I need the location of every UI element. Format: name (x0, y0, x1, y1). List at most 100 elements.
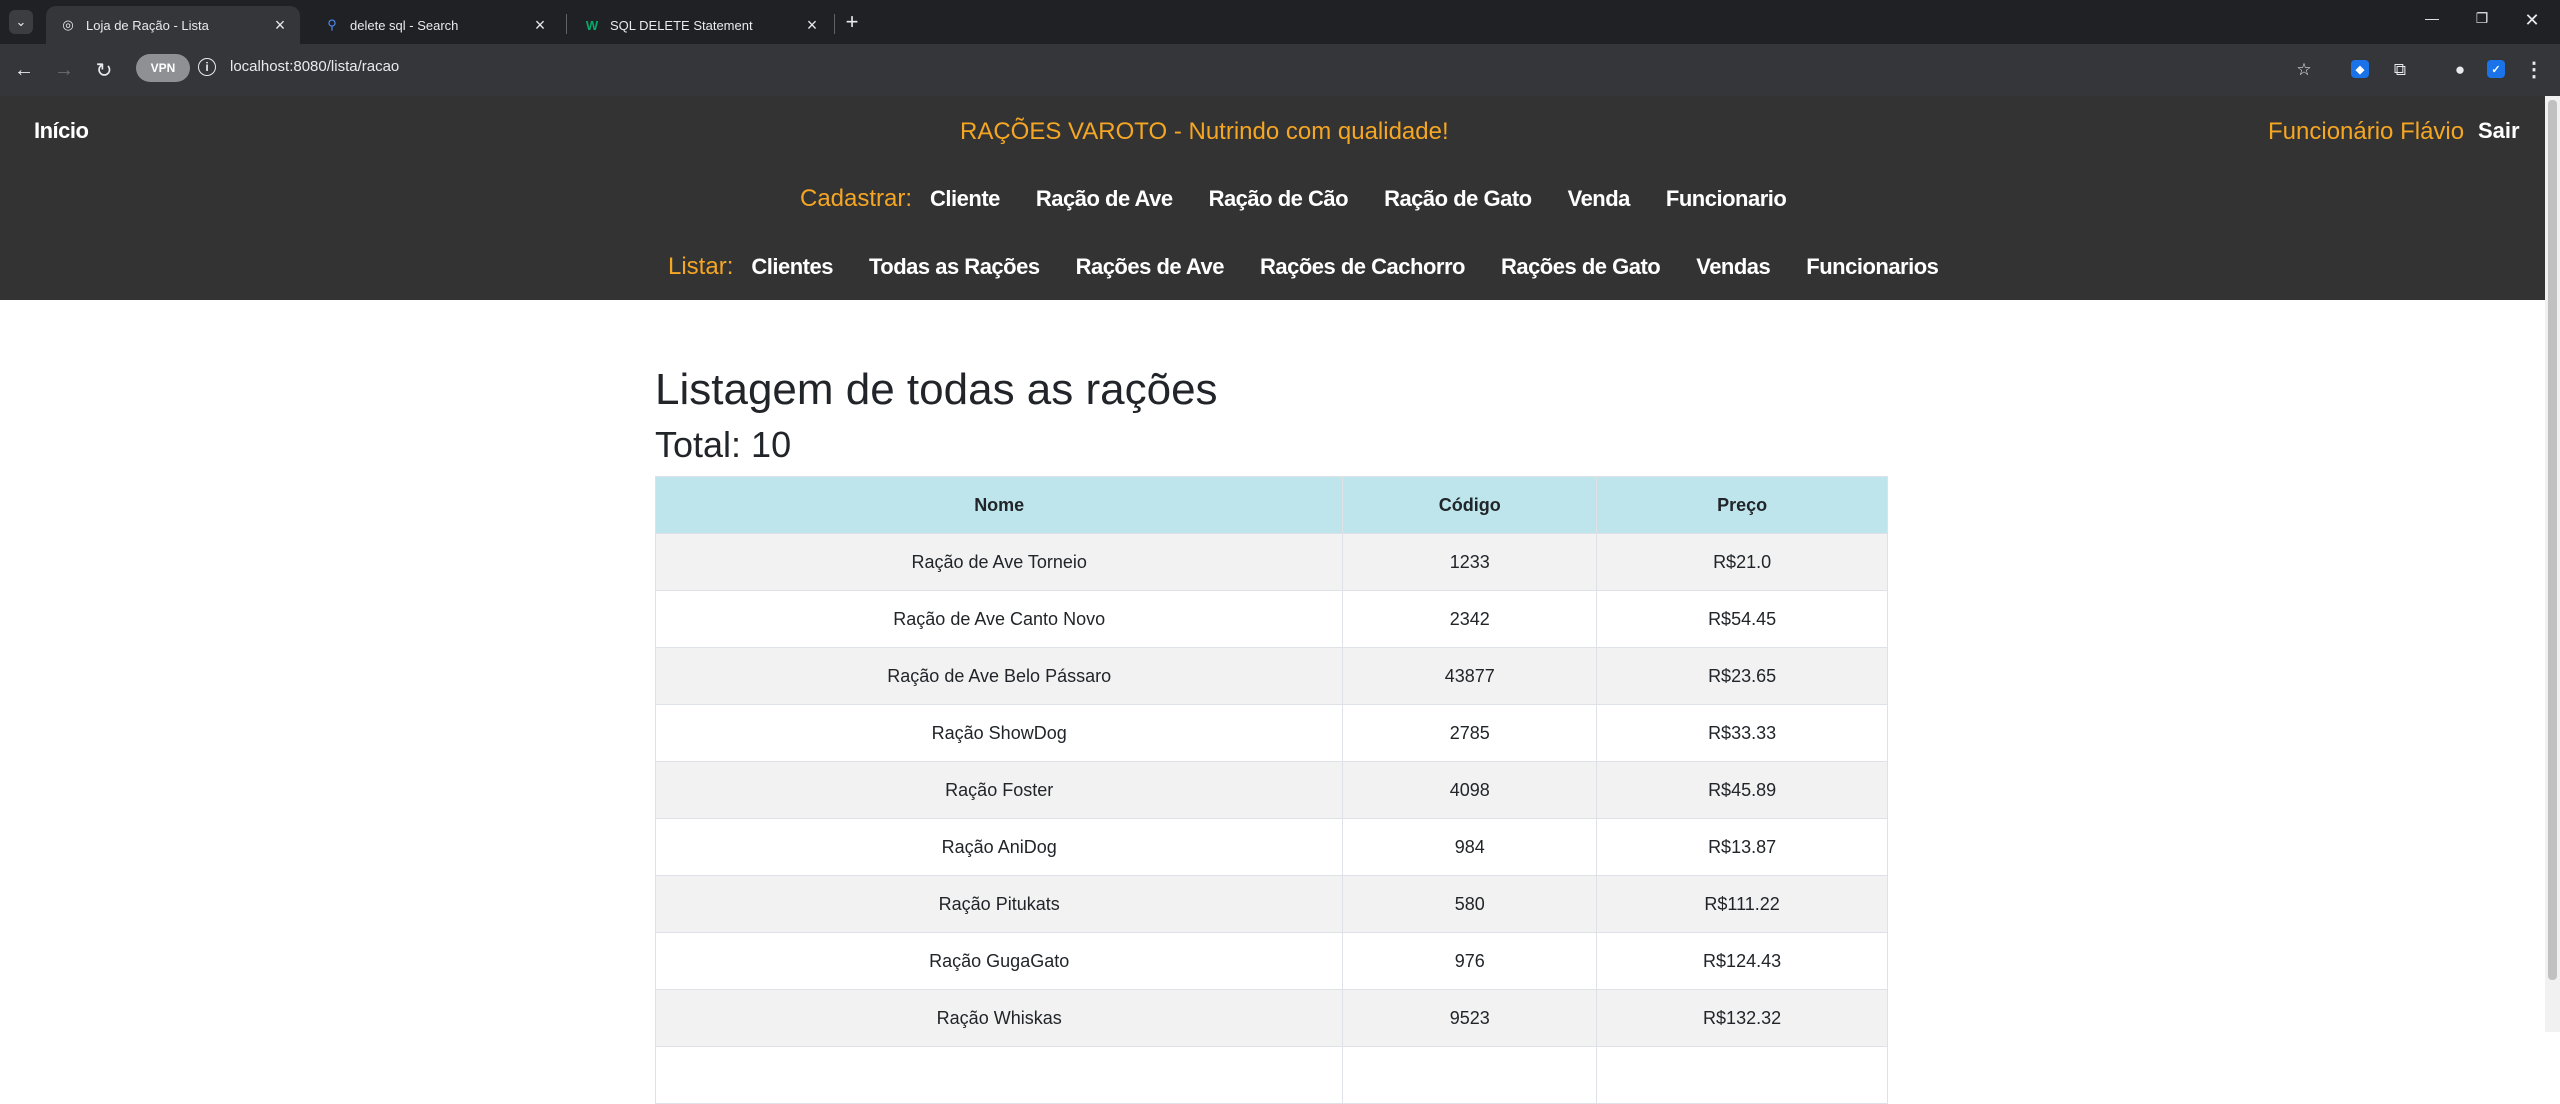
column-header-nome: Nome (654, 476, 1344, 534)
total-label: Total: (655, 424, 742, 465)
list-vendas-link[interactable]: Vendas (1696, 254, 1771, 280)
column-header-codigo: Código (1342, 476, 1598, 534)
globe-icon: ◎ (62, 17, 74, 32)
table-row: Ração AniDog 984 R$13.87 (654, 818, 1888, 876)
cell-codigo: 984 (1342, 818, 1598, 876)
table-header-row: Nome Código Preço (654, 476, 1888, 534)
register-racao-cao-link[interactable]: Ração de Cão (1209, 186, 1349, 212)
new-tab-icon[interactable]: + (840, 9, 864, 34)
register-racao-gato-link[interactable]: Ração de Gato (1384, 186, 1532, 212)
tab-title: Loja de Ração - Lista (86, 17, 209, 33)
cell-codigo: 2785 (1342, 704, 1598, 762)
close-window-icon[interactable]: ✕ (2512, 10, 2552, 34)
cell-preco: R$54.45 (1596, 590, 1888, 648)
cell-preco: R$33.33 (1596, 704, 1888, 762)
total-count: Total: 10 (655, 424, 791, 466)
cell-nome (654, 1046, 1344, 1104)
browser-tab[interactable]: W SQL DELETE Statement × (570, 6, 832, 44)
back-icon[interactable]: ← (10, 56, 38, 84)
cell-nome: Ração GugaGato (654, 932, 1344, 990)
forward-icon[interactable]: → (50, 56, 78, 84)
table-row: Ração Whiskas 9523 R$132.32 (654, 989, 1888, 1047)
logout-link[interactable]: Sair (2478, 118, 2520, 144)
table-row: Ração de Ave Belo Pássaro 43877 R$23.65 (654, 647, 1888, 705)
site-info-icon[interactable]: i (198, 58, 216, 76)
browser-tab-active[interactable]: ◎ Loja de Ração - Lista × (46, 6, 300, 44)
puzzle-icon[interactable]: ⧉ (2388, 58, 2412, 82)
vpn-badge[interactable]: VPN (136, 54, 190, 82)
table-row: Ração de Ave Canto Novo 2342 R$54.45 (654, 590, 1888, 648)
cell-codigo: 976 (1342, 932, 1598, 990)
close-tab-icon[interactable]: × (530, 15, 550, 36)
reload-icon[interactable]: ↻ (90, 56, 118, 84)
cell-nome: Ração AniDog (654, 818, 1344, 876)
list-todas-racoes-link[interactable]: Todas as Rações (869, 254, 1040, 280)
table-row: Ração GugaGato 976 R$124.43 (654, 932, 1888, 990)
security-extension-icon[interactable]: ✓ (2487, 60, 2505, 78)
table-row: Ração ShowDog 2785 R$33.33 (654, 704, 1888, 762)
column-header-preco: Preço (1596, 476, 1888, 534)
w3schools-icon: W (585, 17, 599, 33)
cell-nome: Ração ShowDog (654, 704, 1344, 762)
cell-preco: R$132.32 (1596, 989, 1888, 1047)
close-tab-icon[interactable]: × (270, 15, 290, 36)
table-row: Ração Pitukats 580 R$111.22 (654, 875, 1888, 933)
cell-codigo: 4098 (1342, 761, 1598, 819)
table-row: Ração de Ave Torneio 1233 R$21.0 (654, 533, 1888, 591)
profile-icon[interactable]: ● (2448, 58, 2472, 82)
cell-preco: R$111.22 (1596, 875, 1888, 933)
browser-toolbar: ← → ↻ VPN i localhost:8080/lista/racao ☆… (0, 44, 2560, 96)
app-header: Início RAÇÕES VAROTO - Nutrindo com qual… (0, 96, 2545, 300)
cell-codigo: 9523 (1342, 989, 1598, 1047)
register-label: Cadastrar: (800, 185, 913, 212)
browser-tab[interactable]: ⚲ delete sql - Search × (310, 6, 560, 44)
register-funcionario-link[interactable]: Funcionario (1666, 186, 1787, 212)
cell-preco: R$21.0 (1596, 533, 1888, 591)
list-racoes-cachorro-link[interactable]: Rações de Cachorro (1260, 254, 1465, 280)
cell-codigo (1342, 1046, 1598, 1104)
cell-preco: R$124.43 (1596, 932, 1888, 990)
cell-preco: R$23.65 (1596, 647, 1888, 705)
cell-codigo: 1233 (1342, 533, 1598, 591)
tab-search-button[interactable]: ⌄ (9, 10, 33, 34)
list-menu: Listar: Clientes Todas as Rações Rações … (668, 252, 1974, 282)
register-venda-link[interactable]: Venda (1568, 186, 1631, 212)
search-icon: ⚲ (327, 17, 337, 32)
cell-codigo: 43877 (1342, 647, 1598, 705)
cell-codigo: 580 (1342, 875, 1598, 933)
close-tab-icon[interactable]: × (802, 15, 822, 36)
home-link[interactable]: Início (34, 118, 89, 144)
cell-preco (1596, 1046, 1888, 1104)
table-row: Ração Foster 4098 R$45.89 (654, 761, 1888, 819)
bookmark-star-icon[interactable]: ☆ (2292, 58, 2316, 82)
cell-preco: R$45.89 (1596, 761, 1888, 819)
tab-divider (566, 14, 567, 34)
page-title: Listagem de todas as rações (655, 365, 1218, 414)
table-row (654, 1046, 1888, 1104)
list-racoes-ave-link[interactable]: Rações de Ave (1076, 254, 1225, 280)
tab-title: SQL DELETE Statement (610, 17, 753, 33)
list-label: Listar: (668, 253, 734, 280)
brand-title: RAÇÕES VAROTO - Nutrindo com qualidade! (960, 118, 1449, 145)
cell-nome: Ração de Ave Belo Pássaro (654, 647, 1344, 705)
extension-icon[interactable]: ◆ (2351, 60, 2369, 78)
address-bar[interactable]: localhost:8080/lista/racao (230, 58, 399, 75)
cell-nome: Ração Whiskas (654, 989, 1344, 1047)
scrollbar-thumb[interactable] (2548, 100, 2557, 980)
browser-tab-strip: ⌄ ◎ Loja de Ração - Lista × ⚲ delete sql… (0, 0, 2560, 44)
cell-codigo: 2342 (1342, 590, 1598, 648)
cell-preco: R$13.87 (1596, 818, 1888, 876)
browser-menu-icon[interactable]: ⋮ (2524, 58, 2544, 82)
list-racoes-gato-link[interactable]: Rações de Gato (1501, 254, 1661, 280)
register-racao-ave-link[interactable]: Ração de Ave (1036, 186, 1173, 212)
page-scrollbar[interactable] (2545, 96, 2560, 1032)
user-name: Funcionário Flávio (2268, 118, 2465, 145)
cell-nome: Ração Foster (654, 761, 1344, 819)
tab-divider (834, 14, 835, 34)
tab-title: delete sql - Search (350, 17, 459, 33)
list-clientes-link[interactable]: Clientes (751, 254, 833, 280)
minimize-icon[interactable]: — (2412, 10, 2452, 34)
list-funcionarios-link[interactable]: Funcionarios (1806, 254, 1939, 280)
register-cliente-link[interactable]: Cliente (930, 186, 1000, 212)
restore-icon[interactable]: ❐ (2462, 10, 2502, 34)
